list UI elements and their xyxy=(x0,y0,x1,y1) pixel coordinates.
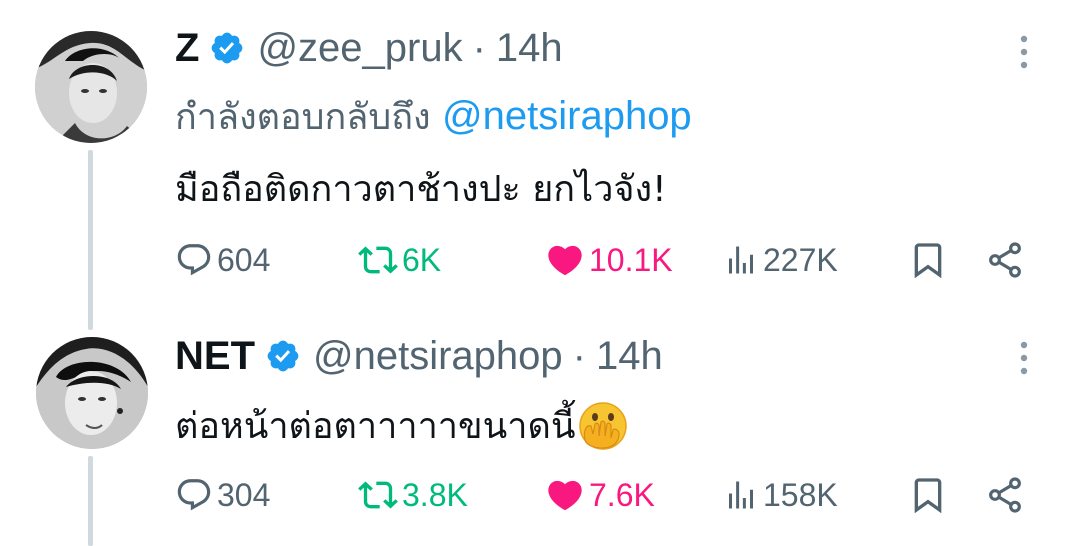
avatar[interactable] xyxy=(35,31,147,143)
reply-count: 304 xyxy=(217,476,271,513)
reply-button[interactable]: 304 xyxy=(175,470,270,520)
retweet-button[interactable]: 3.8K xyxy=(358,470,468,520)
tweet-text: ต่อหน้าต่อตาาาาาขนาดนี้ xyxy=(175,397,629,454)
heart-icon xyxy=(548,245,582,276)
tweet-header: NET @netsiraphop · 14h xyxy=(175,331,663,381)
like-count: 7.6K xyxy=(589,476,655,513)
face-with-open-eyes-and-hand-over-mouth-icon xyxy=(579,401,628,450)
reply-count: 604 xyxy=(217,241,271,278)
tweet-text: มือถือติดกาวตาช้างปะ ยกไวจัง! xyxy=(175,169,667,210)
separator-dot: · xyxy=(572,333,586,378)
views-button[interactable]: 227K xyxy=(723,235,838,285)
retweet-count: 6K xyxy=(402,241,442,278)
timestamp[interactable]: 14h xyxy=(596,334,663,379)
display-name[interactable]: NET xyxy=(175,334,255,379)
reply-bubble-icon xyxy=(177,244,211,276)
timestamp[interactable]: 14h xyxy=(496,26,563,71)
tweet[interactable]: Z @zee_pruk · 14h กำลังตอบกลับถึง @netsi… xyxy=(0,0,1079,330)
share-icon xyxy=(989,242,1021,278)
heart-icon xyxy=(548,480,582,511)
thread-line xyxy=(88,150,93,330)
avatar[interactable] xyxy=(36,337,148,449)
views-chart-icon xyxy=(729,481,753,509)
share-button[interactable] xyxy=(985,235,1025,285)
views-count: 158K xyxy=(763,476,838,513)
share-button[interactable] xyxy=(985,470,1025,520)
views-count: 227K xyxy=(763,241,838,278)
verified-badge-icon xyxy=(212,32,243,64)
like-button[interactable]: 10.1K xyxy=(545,235,673,285)
display-name[interactable]: Z xyxy=(175,26,199,71)
tweet-header: Z @zee_pruk · 14h xyxy=(175,23,563,73)
views-chart-icon xyxy=(729,246,753,274)
handle[interactable]: @netsiraphop xyxy=(313,334,563,379)
bookmark-button[interactable] xyxy=(908,470,948,520)
bookmark-icon xyxy=(914,478,942,514)
verified-badge-icon xyxy=(267,340,299,372)
retweet-icon xyxy=(358,246,398,274)
separator-dot: · xyxy=(472,25,486,70)
retweet-count: 3.8K xyxy=(402,476,468,513)
reply-context: กำลังตอบกลับถึง @netsiraphop xyxy=(175,88,692,145)
views-button[interactable]: 158K xyxy=(723,470,838,520)
reply-mention-link[interactable]: @netsiraphop xyxy=(442,94,692,138)
like-button[interactable]: 7.6K xyxy=(545,470,655,520)
retweet-icon xyxy=(358,481,398,509)
retweet-button[interactable]: 6K xyxy=(358,235,441,285)
reply-prefix: กำลังตอบกลับถึง xyxy=(175,97,443,138)
reply-button[interactable]: 604 xyxy=(175,235,270,285)
reply-bubble-icon xyxy=(177,479,211,511)
action-bar: 604 6K 10.1K 227K xyxy=(175,235,1035,285)
more-vertical-icon[interactable] xyxy=(1017,340,1031,376)
more-vertical-icon[interactable] xyxy=(1017,34,1031,70)
tweet[interactable]: NET @netsiraphop · 14h ต่อหน้าต่อตาาาาาข… xyxy=(0,320,1079,546)
bookmark-button[interactable] xyxy=(908,235,948,285)
bookmark-icon xyxy=(914,243,942,279)
tweet-text-content: ต่อหน้าต่อตาาาาาขนาดนี้ xyxy=(175,406,576,447)
handle[interactable]: @zee_pruk xyxy=(257,26,462,71)
action-bar: 304 3.8K 7.6K 158K xyxy=(175,470,1035,520)
thread-line xyxy=(88,456,93,546)
like-count: 10.1K xyxy=(589,241,673,278)
share-icon xyxy=(989,477,1021,513)
